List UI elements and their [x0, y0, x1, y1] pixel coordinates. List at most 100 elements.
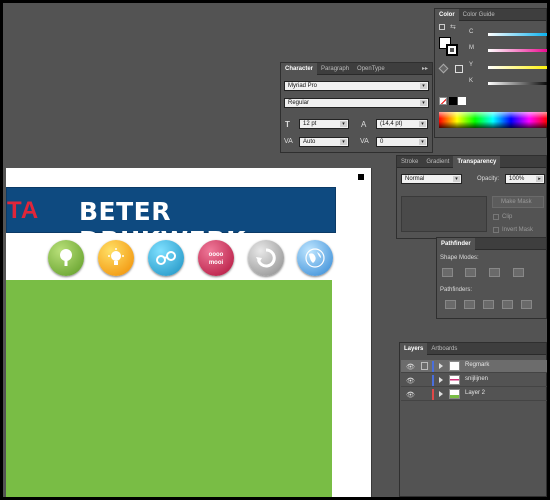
layer-row[interactable]: 👁 Layer 2: [401, 388, 547, 401]
channel-m-label: M: [469, 45, 474, 51]
tab-opentype[interactable]: OpenType: [353, 63, 389, 75]
leading-icon: A: [361, 120, 367, 129]
clip-checkbox[interactable]: [493, 214, 499, 220]
outline-icon[interactable]: [521, 300, 532, 309]
slider-m[interactable]: [488, 49, 547, 52]
black-swatch[interactable]: [449, 97, 457, 105]
unite-icon[interactable]: [442, 268, 453, 277]
eye-icon[interactable]: 👁: [406, 363, 415, 371]
chevron-down-icon: ▾: [420, 83, 427, 89]
chevron-down-icon: ▾: [419, 121, 426, 127]
opacity-label: Opacity:: [477, 176, 500, 182]
swap-colors-icon[interactable]: ⇆: [450, 23, 456, 31]
tab-transparency[interactable]: Transparency: [453, 155, 501, 168]
tab-character[interactable]: Character: [281, 62, 318, 75]
oooo-mooi-icon[interactable]: oooo mooi: [198, 240, 234, 276]
make-mask-button[interactable]: Make Mask: [492, 196, 544, 208]
clip-label: Clip: [502, 214, 513, 220]
exclude-icon[interactable]: [513, 268, 524, 277]
layer-color-indicator: [432, 361, 434, 372]
crop-icon[interactable]: [502, 300, 513, 309]
expand-triangle-icon[interactable]: [439, 363, 443, 369]
tab-paragraph[interactable]: Paragraph: [317, 63, 353, 75]
expand-triangle-icon[interactable]: [439, 377, 443, 383]
none-swatch[interactable]: [439, 97, 447, 105]
make-mask-label: Make Mask: [501, 199, 532, 205]
layer-name[interactable]: Regmark: [465, 362, 489, 368]
slider-k[interactable]: [488, 82, 547, 85]
trim-icon[interactable]: [464, 300, 475, 309]
chevron-down-icon: ▾: [419, 139, 426, 145]
layers-panel-tabbar: Layers Artboards: [400, 342, 546, 355]
leading-field[interactable]: (14,4 pt) ▾: [376, 119, 428, 129]
lightbulb-icon[interactable]: [98, 240, 134, 276]
tracking-value: 0: [380, 139, 384, 145]
layer-row[interactable]: 👁 Regmark: [401, 360, 547, 373]
white-swatch[interactable]: [458, 97, 466, 105]
lock-icon[interactable]: [421, 362, 428, 370]
channel-c-label: C: [469, 29, 474, 35]
tab-layers[interactable]: Layers: [400, 342, 428, 355]
divide-icon[interactable]: [445, 300, 456, 309]
tracking-icon: VA: [360, 138, 369, 145]
chevron-down-icon: ▾: [340, 139, 347, 145]
tab-artboards[interactable]: Artboards: [427, 343, 461, 355]
slider-y[interactable]: [488, 66, 547, 69]
layer-row[interactable]: 👁 snijlijnen: [401, 374, 547, 387]
layer-name[interactable]: Layer 2: [465, 390, 485, 396]
intersect-icon[interactable]: [489, 268, 500, 277]
svg-text:oooo: oooo: [209, 252, 224, 258]
tab-gradient[interactable]: Gradient: [422, 156, 453, 168]
layer-color-indicator: [432, 375, 434, 386]
font-size-icon: T: [285, 120, 290, 129]
kerning-field[interactable]: Auto ▾: [299, 137, 349, 147]
tab-color-guide[interactable]: Color Guide: [459, 9, 499, 21]
window-frame: TA BETER DRUKWERK oooo mooi Color Color G…: [0, 0, 550, 500]
tab-stroke[interactable]: Stroke: [397, 156, 422, 168]
kerning-value: Auto: [303, 139, 316, 145]
eye-icon[interactable]: 👁: [406, 391, 415, 399]
font-style-value: Regular: [288, 100, 310, 106]
expand-triangle-icon[interactable]: [439, 391, 443, 397]
eye-icon[interactable]: 👁: [406, 377, 415, 385]
tab-pathfinder[interactable]: Pathfinder: [437, 237, 475, 250]
kerning-icon: VA: [284, 138, 293, 145]
panel-menu-icon[interactable]: ▸▸: [418, 63, 432, 75]
chevron-down-icon: ▾: [340, 121, 347, 127]
chain-links-icon[interactable]: [148, 240, 184, 276]
green-background-shape[interactable]: [6, 280, 332, 497]
font-style-select[interactable]: Regular ▾: [284, 98, 429, 108]
invert-mask-checkbox[interactable]: [493, 227, 499, 233]
minus-front-icon[interactable]: [465, 268, 476, 277]
layer-name[interactable]: snijlijnen: [465, 376, 488, 382]
tracking-field[interactable]: 0 ▾: [376, 137, 428, 147]
transparency-panel-tabbar: Stroke Gradient Transparency: [397, 155, 546, 168]
object-thumbnail: [401, 196, 487, 232]
channel-k-label: K: [469, 78, 474, 84]
tab-color[interactable]: Color: [435, 8, 459, 21]
stroke-swatch[interactable]: [446, 44, 458, 56]
recycle-icon[interactable]: [248, 240, 284, 276]
banner[interactable]: TA BETER DRUKWERK: [6, 187, 336, 255]
invert-mask-label: Invert Mask: [502, 227, 534, 233]
canvas-workspace[interactable]: TA BETER DRUKWERK oooo mooi Color Color G…: [3, 3, 547, 497]
color-spectrum[interactable]: [439, 112, 547, 128]
banner-fragment-text: TA: [7, 197, 40, 224]
leading-value: (14,4 pt): [380, 121, 403, 127]
slider-c[interactable]: [488, 33, 547, 36]
merge-icon[interactable]: [483, 300, 494, 309]
default-colors-icon[interactable]: [439, 24, 445, 30]
font-family-select[interactable]: Myriad Pro ▾: [284, 81, 429, 91]
character-panel-tabbar: Character Paragraph OpenType ▸▸: [281, 62, 432, 75]
tree-icon[interactable]: [48, 240, 84, 276]
web-safe-icon: [455, 65, 463, 73]
selection-handle[interactable]: [358, 174, 364, 180]
layer-thumbnail: [449, 389, 460, 399]
font-size-field[interactable]: 12 pt ▾: [299, 119, 349, 129]
blend-mode-select[interactable]: Normal ▾: [401, 174, 462, 184]
opacity-field[interactable]: 100% ▸: [505, 174, 545, 184]
chevron-down-icon: ▾: [420, 100, 427, 106]
globe-icon[interactable]: [297, 240, 333, 276]
pathfinder-panel-tabbar: Pathfinder: [437, 237, 546, 250]
layer-color-indicator: [432, 389, 434, 400]
